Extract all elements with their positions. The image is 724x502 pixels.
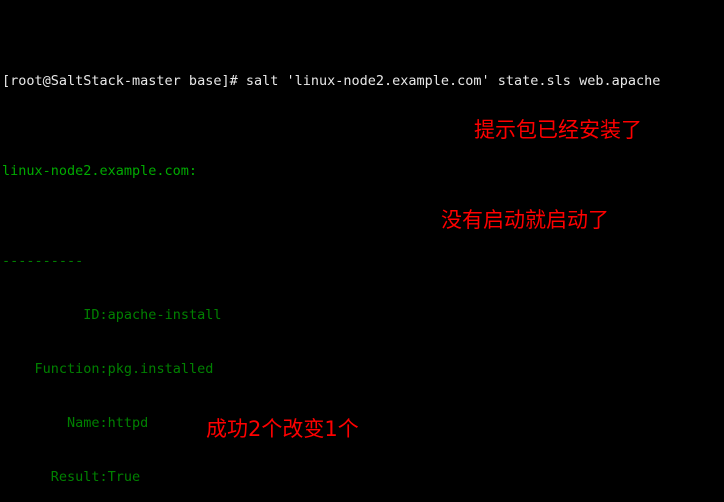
annotation-service-started: 没有启动就启动了 [441, 208, 609, 232]
state-name-line-install: Name:httpd [2, 414, 724, 432]
terminal-screen[interactable]: [root@SaltStack-master base]# salt 'linu… [2, 0, 724, 502]
state-id-label: ID: [2, 307, 108, 323]
state-function-value: pkg.installed [107, 361, 214, 377]
state-id-line-install: ID:apache-install [2, 306, 724, 324]
terminal-window[interactable]: [root@SaltStack-master base]# salt 'linu… [0, 0, 724, 502]
state-name-label: Name: [2, 415, 108, 431]
state-separator-install: ---------- [2, 253, 84, 269]
state-function-line-install: Function:pkg.installed [2, 360, 724, 378]
prompt-command-line: [root@SaltStack-master base]# salt 'linu… [2, 73, 661, 89]
minion-hostname-line: linux-node2.example.com: [2, 163, 198, 179]
state-result-line-install: Result:True [2, 468, 724, 486]
state-result-label: Result: [2, 469, 108, 485]
state-id-value: apache-install [107, 307, 222, 323]
annotation-summary-counts: 成功2个改变1个 [206, 417, 359, 441]
state-result-value: True [107, 469, 141, 485]
annotation-package-installed: 提示包已经安装了 [474, 118, 642, 142]
state-function-label: Function: [2, 361, 108, 377]
state-name-value: httpd [107, 415, 149, 431]
